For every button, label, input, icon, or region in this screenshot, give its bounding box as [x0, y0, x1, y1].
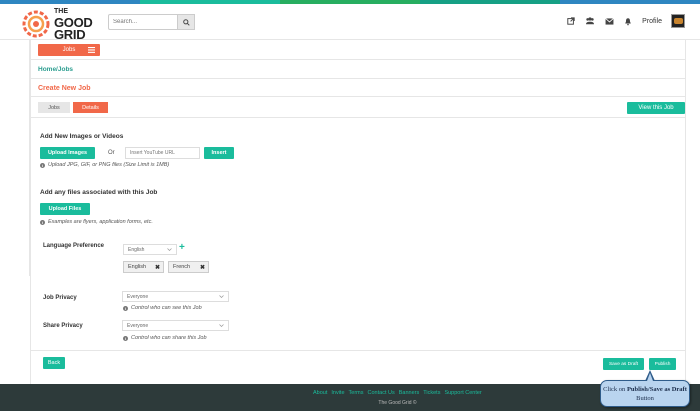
- search-input[interactable]: [108, 14, 178, 30]
- footer-links: About Invite Terms Contact Us Banners Ti…: [313, 390, 482, 396]
- job-privacy-label: Job Privacy: [43, 295, 77, 301]
- files-heading: Add any files associated with this Job: [40, 189, 158, 196]
- search-icon: [182, 18, 190, 26]
- footer-link-support[interactable]: Support Center: [444, 390, 481, 396]
- footer-copyright: The Good Grid ©: [378, 400, 417, 406]
- divider: [30, 117, 686, 118]
- files-hint-text: Examples are flyers, application forms, …: [48, 219, 153, 225]
- language-tag: English ✖: [123, 261, 164, 273]
- language-select[interactable]: English: [123, 244, 177, 255]
- publish-button[interactable]: Publish: [649, 358, 676, 370]
- job-privacy-hint-text: Control who can see this Job: [131, 305, 202, 311]
- language-label: Language Preference: [43, 243, 105, 249]
- top-header: THE GOOD GRID Profile: [0, 4, 700, 41]
- language-select-value: English: [128, 246, 145, 253]
- tab-jobs[interactable]: Jobs: [38, 102, 70, 113]
- footer-link-tickets[interactable]: Tickets: [423, 390, 440, 396]
- content-frame: [30, 40, 686, 384]
- page-title: Create New Job: [38, 85, 91, 92]
- menu-icon: [88, 47, 95, 53]
- footer-link-banners[interactable]: Banners: [399, 390, 420, 396]
- job-privacy-hint: i Control who can see this Job: [123, 305, 202, 311]
- share-privacy-label: Share Privacy: [43, 323, 83, 329]
- job-privacy-value: Everyone: [127, 293, 149, 300]
- language-tag-label: English: [128, 264, 147, 270]
- info-icon: i: [40, 162, 45, 168]
- insert-button[interactable]: Insert: [204, 147, 234, 159]
- remove-tag-icon[interactable]: ✖: [200, 264, 205, 271]
- left-gutter: [0, 40, 30, 276]
- view-job-button[interactable]: View this Job: [627, 102, 685, 114]
- share-privacy-hint-text: Control who can share this Job: [131, 335, 207, 341]
- upload-files-button[interactable]: Upload Files: [40, 203, 90, 215]
- media-heading: Add New Images or Videos: [40, 133, 124, 140]
- search-bar: [108, 14, 195, 30]
- language-tag-label: French: [173, 264, 191, 270]
- callout-prefix: Click on: [603, 386, 627, 393]
- gear-logo-icon: [22, 10, 50, 38]
- profile-link[interactable]: Profile: [642, 18, 662, 25]
- bell-icon[interactable]: [623, 16, 633, 26]
- callout-bold: Publish/Save as Draft: [626, 386, 687, 393]
- chevron-down-icon: [167, 248, 172, 251]
- info-icon: i: [123, 335, 128, 341]
- avatar[interactable]: [671, 14, 685, 28]
- footer-link-about[interactable]: About: [313, 390, 327, 396]
- chevron-down-icon: [219, 324, 224, 327]
- share-privacy-select[interactable]: Everyone: [122, 320, 229, 331]
- divider: [30, 78, 686, 79]
- breadcrumb[interactable]: Home/Jobs: [38, 66, 73, 73]
- footer-link-contact[interactable]: Contact Us: [368, 390, 395, 396]
- youtube-url-input[interactable]: [125, 147, 200, 159]
- footer: [0, 384, 700, 411]
- callout-pointer-fill: [646, 373, 653, 381]
- info-icon: i: [40, 219, 45, 225]
- share-privacy-hint: i Control who can share this Job: [123, 335, 207, 341]
- remove-tag-icon[interactable]: ✖: [155, 264, 160, 271]
- back-button[interactable]: Back: [43, 357, 65, 369]
- jobs-dropdown[interactable]: Jobs: [38, 44, 100, 56]
- files-hint: i Examples are flyers, application forms…: [40, 219, 153, 225]
- info-icon: i: [123, 305, 128, 311]
- job-privacy-select[interactable]: Everyone: [122, 291, 229, 302]
- instruction-callout: Click on Publish/Save as Draft Button: [600, 380, 690, 407]
- tab-details[interactable]: Details: [73, 102, 108, 113]
- external-link-icon[interactable]: [566, 16, 576, 26]
- footer-link-terms[interactable]: Terms: [349, 390, 364, 396]
- add-language-icon[interactable]: +: [179, 243, 185, 253]
- or-label: Or: [108, 150, 115, 156]
- header-actions: Profile: [566, 14, 685, 28]
- brand-logo[interactable]: THE GOOD GRID: [22, 7, 93, 41]
- media-hint-text: Upload JPG, GIF, or PNG files (Size Limi…: [48, 162, 170, 168]
- divider: [30, 59, 686, 60]
- chevron-down-icon: [219, 295, 224, 298]
- language-tag: French ✖: [168, 261, 209, 273]
- jobs-dropdown-label: Jobs: [62, 47, 76, 53]
- envelope-icon[interactable]: [604, 16, 614, 26]
- divider: [30, 350, 686, 351]
- users-icon[interactable]: [585, 16, 595, 26]
- save-draft-button[interactable]: Save as Draft: [603, 358, 644, 370]
- footer-link-invite[interactable]: Invite: [331, 390, 344, 396]
- search-button[interactable]: [178, 14, 195, 30]
- media-hint: i Upload JPG, GIF, or PNG files (Size Li…: [40, 162, 169, 168]
- upload-images-button[interactable]: Upload Images: [40, 147, 95, 159]
- divider: [30, 96, 686, 97]
- callout-suffix: Button: [636, 395, 654, 402]
- share-privacy-value: Everyone: [127, 322, 149, 329]
